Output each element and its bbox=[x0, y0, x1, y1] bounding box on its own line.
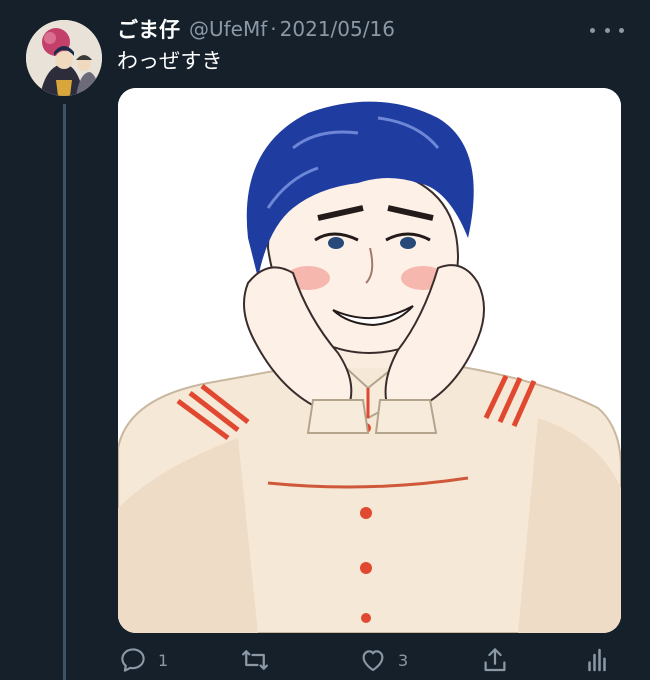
reply-icon bbox=[121, 648, 145, 672]
reply-button[interactable]: 1 bbox=[118, 640, 168, 680]
tweet-actions: 1 3 bbox=[110, 640, 640, 680]
tweet-date[interactable]: 2021/05/16 bbox=[280, 17, 395, 41]
tweet-header: ごま仔 @UfeMf · 2021/05/16 bbox=[117, 14, 395, 44]
user-handle[interactable]: @UfeMf bbox=[189, 17, 267, 41]
retweet-button[interactable] bbox=[240, 640, 270, 680]
share-button[interactable] bbox=[480, 640, 510, 680]
tweet-image[interactable] bbox=[118, 88, 621, 633]
tweet-text: わっぜすき bbox=[117, 49, 223, 73]
avatar[interactable] bbox=[26, 20, 102, 96]
analytics-button[interactable] bbox=[582, 640, 612, 680]
display-name[interactable]: ごま仔 bbox=[117, 14, 180, 44]
retweet-icon bbox=[242, 650, 268, 670]
like-icon bbox=[362, 650, 384, 672]
share-icon bbox=[484, 648, 506, 672]
thread-line bbox=[63, 104, 66, 680]
separator-dot: · bbox=[270, 17, 277, 41]
like-count: 3 bbox=[398, 650, 409, 670]
like-button[interactable]: 3 bbox=[358, 640, 408, 680]
more-icon[interactable] bbox=[590, 20, 624, 40]
analytics-icon bbox=[588, 648, 606, 672]
illustration bbox=[118, 88, 621, 633]
reply-count: 1 bbox=[158, 650, 169, 670]
avatar-illustration bbox=[26, 20, 102, 96]
